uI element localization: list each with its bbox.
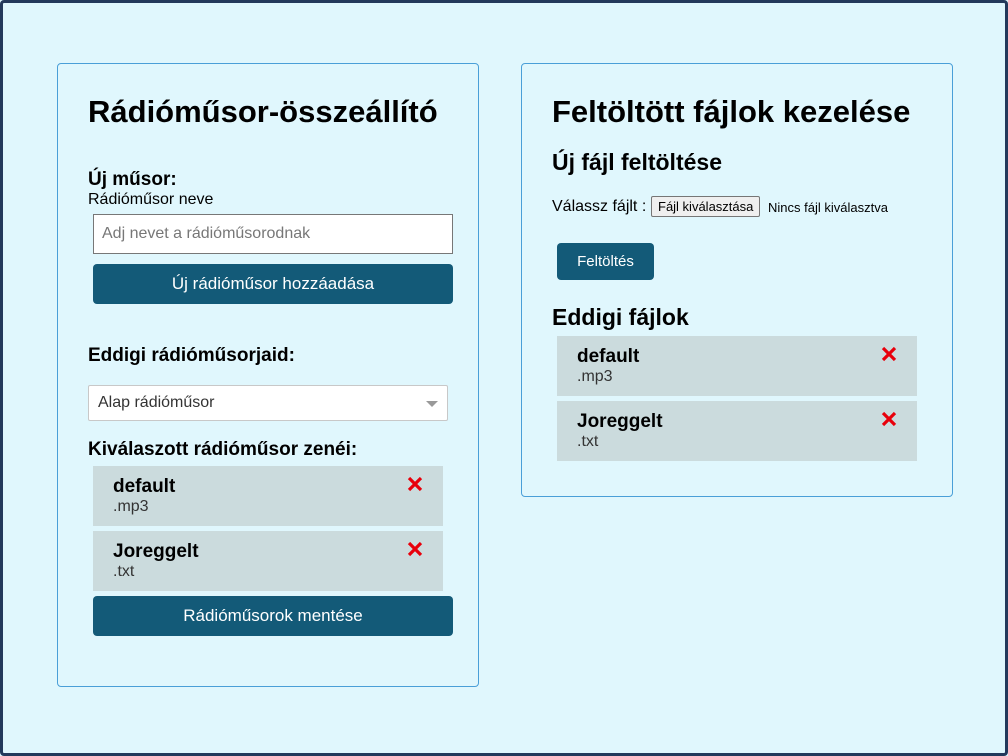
choose-file-label: Válassz fájlt : bbox=[552, 198, 647, 215]
show-name-label: Rádióműsor neve bbox=[88, 191, 214, 208]
show-select-value: Alap rádióműsor bbox=[98, 394, 215, 411]
chevron-down-icon bbox=[426, 401, 438, 407]
add-show-button[interactable]: Új rádióműsor hozzáadása bbox=[93, 264, 453, 304]
list-item: Joreggelt .txt bbox=[93, 531, 443, 591]
choose-file-button[interactable]: Fájl kiválasztása bbox=[651, 196, 761, 217]
list-item: Joreggelt .txt bbox=[557, 401, 917, 461]
close-icon[interactable] bbox=[881, 411, 897, 427]
file-manager-title: Feltöltött fájlok kezelése bbox=[552, 94, 911, 129]
show-name-input[interactable] bbox=[93, 214, 453, 254]
file-name: default bbox=[577, 346, 640, 367]
no-file-text: Nincs fájl kiválasztva bbox=[768, 200, 888, 215]
close-icon[interactable] bbox=[407, 476, 423, 492]
selected-songs-heading: Kiválaszott rádióműsor zenéi: bbox=[88, 439, 358, 460]
list-item: default .mp3 bbox=[93, 466, 443, 526]
song-name: Joreggelt bbox=[113, 541, 199, 562]
new-show-heading: Új műsor: bbox=[88, 169, 177, 190]
song-name: default bbox=[113, 476, 176, 497]
save-shows-button[interactable]: Rádióműsorok mentése bbox=[93, 596, 453, 636]
upload-button[interactable]: Feltöltés bbox=[557, 243, 654, 280]
upload-heading: Új fájl feltöltése bbox=[552, 149, 722, 175]
song-extension: .mp3 bbox=[113, 498, 149, 515]
list-item: default .mp3 bbox=[557, 336, 917, 396]
close-icon[interactable] bbox=[407, 541, 423, 557]
radio-show-builder-panel: Rádióműsor-összeállító Új műsor: Rádiómű… bbox=[57, 63, 479, 687]
file-manager-panel: Feltöltött fájlok kezelése Új fájl feltö… bbox=[521, 63, 953, 497]
show-select[interactable]: Alap rádióműsor bbox=[88, 385, 448, 421]
existing-shows-heading: Eddigi rádióműsorjaid: bbox=[88, 345, 295, 366]
song-extension: .txt bbox=[113, 563, 135, 580]
file-extension: .mp3 bbox=[577, 368, 613, 385]
page-title: Rádióműsor-összeállító bbox=[88, 94, 438, 129]
close-icon[interactable] bbox=[881, 346, 897, 362]
files-heading: Eddigi fájlok bbox=[552, 304, 689, 330]
file-name: Joreggelt bbox=[577, 411, 663, 432]
file-extension: .txt bbox=[577, 433, 599, 450]
